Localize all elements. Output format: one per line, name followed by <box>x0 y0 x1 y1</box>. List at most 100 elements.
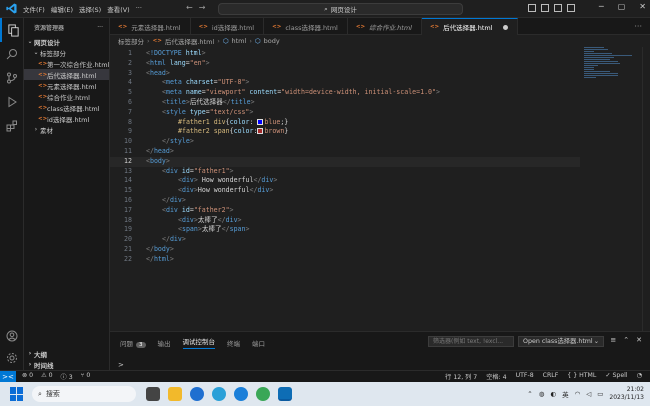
clear-console-icon[interactable]: ≡ <box>610 336 616 344</box>
extensions-icon[interactable] <box>0 114 24 138</box>
toggle-panel-icon[interactable] <box>541 4 549 12</box>
encoding[interactable]: UTF-8 <box>516 372 534 381</box>
code-line[interactable]: 13 <div id="father1"> <box>110 167 580 177</box>
volume-icon[interactable]: ◁ <box>586 390 591 398</box>
tree-file-item[interactable]: <> id选择器.html <box>24 113 109 124</box>
tree-file-item[interactable]: <> 第一次综合作业.html <box>24 58 109 69</box>
code-line[interactable]: 19 <span>太棒了</span> <box>110 225 580 235</box>
app-icon[interactable] <box>190 387 204 401</box>
ime-indicator[interactable]: 英 <box>562 389 569 399</box>
code-line[interactable]: 14 <div> How wonderful</div> <box>110 176 580 186</box>
tab-more-button[interactable]: ··· <box>634 18 650 34</box>
menu-view[interactable]: 查看(V) <box>107 4 130 14</box>
minimize-button[interactable]: ─ <box>599 2 604 11</box>
panel-tab-ports[interactable]: 端口 <box>252 338 265 348</box>
tray-app-icon[interactable]: ◐ <box>550 390 556 398</box>
color-swatch-icon[interactable] <box>257 128 264 135</box>
wifi-icon[interactable]: ◠ <box>575 390 581 398</box>
file-explorer-icon[interactable] <box>168 387 182 401</box>
tab-id-selector[interactable]: <> id选择器.html <box>191 18 265 35</box>
code-line[interactable]: 11 </head> <box>110 147 580 157</box>
tab-descendant-selector[interactable]: <> 后代选择器.html <box>421 18 518 35</box>
menu-edit[interactable]: 编辑(E) <box>51 4 73 14</box>
search-sidebar-icon[interactable] <box>0 42 24 66</box>
tab-comprehensive[interactable]: <> 综合作业.html <box>348 18 422 35</box>
line-ending[interactable]: CRLF <box>543 372 559 381</box>
minimap[interactable] <box>584 47 640 87</box>
code-line[interactable]: 7 <style type="text/css"> <box>110 108 580 118</box>
tab-class-selector[interactable]: <> class选择器.html <box>264 18 348 35</box>
close-panel-icon[interactable]: ✕ <box>636 336 642 344</box>
menu-selection[interactable]: 选择(S) <box>79 4 101 14</box>
outline-section[interactable]: › 大纲 <box>24 348 110 359</box>
ports-count[interactable]: ⑂ 0 <box>81 372 91 381</box>
code-line[interactable]: 21 </body> <box>110 245 580 255</box>
tree-folder-item[interactable]: › 素材 <box>24 124 109 135</box>
panel-tab-terminal[interactable]: 终端 <box>227 338 240 348</box>
warnings-count[interactable]: ⚠ 0 <box>41 372 52 381</box>
tree-file-item[interactable]: <> 综合作业.html <box>24 91 109 102</box>
spell-check[interactable]: ✓ Spell <box>605 372 627 381</box>
tray-chevron-up-icon[interactable]: ⌃ <box>527 390 532 398</box>
language-mode[interactable]: { } HTML <box>567 372 596 381</box>
clock[interactable]: 21:02 2023/11/13 <box>609 386 644 402</box>
code-line[interactable]: 4 <meta charset="UTF-8"> <box>110 78 580 88</box>
code-line[interactable]: 2 <html lang="en"> <box>110 59 580 69</box>
panel-tab-problems[interactable]: 问题 3 <box>120 338 146 348</box>
panel-tab-debug-console[interactable]: 调试控制台 <box>182 336 215 349</box>
code-line[interactable]: 10 </style> <box>110 137 580 147</box>
code-line[interactable]: 22 </html> <box>110 255 580 265</box>
edge-browser-icon[interactable] <box>234 387 248 401</box>
tab-element-selector[interactable]: <> 元素选择器.html <box>110 18 191 35</box>
menu-file[interactable]: 文件(F) <box>23 4 45 14</box>
maximize-button[interactable]: ▢ <box>618 2 626 11</box>
editor-scrollbar[interactable] <box>642 47 650 331</box>
account-icon[interactable] <box>0 324 24 348</box>
code-line[interactable]: 3 <head> <box>110 69 580 79</box>
edge-browser-icon[interactable] <box>212 387 226 401</box>
breadcrumb-body[interactable]: body <box>264 37 280 45</box>
taskbar-search[interactable]: ⌕ 搜索 <box>32 386 136 402</box>
toggle-secondary-sidebar-icon[interactable] <box>554 4 562 12</box>
run-debug-icon[interactable] <box>0 90 24 114</box>
remote-indicator[interactable]: >< <box>0 370 16 383</box>
unsaved-dot-icon[interactable] <box>502 24 508 30</box>
explorer-more-button[interactable]: ··· <box>97 24 103 31</box>
explorer-icon[interactable] <box>0 18 24 42</box>
info-count[interactable]: ⓘ 3 <box>61 372 73 381</box>
tree-file-item[interactable]: <> class选择器.html <box>24 102 109 113</box>
code-line[interactable]: 12 <body> <box>110 156 580 167</box>
code-line[interactable]: 16 </div> <box>110 196 580 206</box>
cursor-position[interactable]: 行 12, 列 7 <box>445 372 477 381</box>
customize-layout-icon[interactable] <box>567 4 575 12</box>
code-line[interactable]: 1 <!DOCTYPE html> <box>110 49 580 59</box>
nav-forward-button[interactable]: → <box>199 3 206 12</box>
chrome-browser-icon[interactable] <box>256 387 270 401</box>
code-line[interactable]: 20 </div> <box>110 235 580 245</box>
notifications-bell-icon[interactable]: ◔ <box>637 372 642 381</box>
debug-filter-input[interactable]: 筛选器(例如 text, !excl... <box>428 336 514 347</box>
code-editor[interactable]: 1 <!DOCTYPE html> 2 <html lang="en"> 3 <head>… <box>110 47 650 331</box>
breadcrumb-file[interactable]: 后代选择器.html <box>165 36 214 46</box>
battery-icon[interactable]: ▭ <box>597 390 603 398</box>
breadcrumb-html[interactable]: html <box>232 37 247 45</box>
windows-start-icon[interactable] <box>10 387 24 401</box>
errors-count[interactable]: ⊗ 0 <box>22 372 33 381</box>
tree-file-item[interactable]: <> 元素选择器.html <box>24 80 109 91</box>
command-center-search[interactable]: ⌕ 网页设计 <box>218 3 463 15</box>
code-line[interactable]: 5 <meta name="viewport" content="width=de… <box>110 88 580 98</box>
console-prompt[interactable]: > <box>118 361 124 369</box>
code-line[interactable]: 17 <div id="father2"> <box>110 206 580 216</box>
task-view-icon[interactable] <box>146 387 160 401</box>
maximize-panel-icon[interactable]: ⌃ <box>623 336 629 344</box>
vscode-taskbar-icon[interactable] <box>278 387 292 401</box>
tree-file-item[interactable]: <> 后代选择器.html <box>24 69 109 80</box>
tray-app-icon[interactable]: ◍ <box>539 390 545 398</box>
code-line[interactable]: 15 <div>How wonderful</div> <box>110 186 580 196</box>
indentation[interactable]: 空格: 4 <box>486 372 506 381</box>
toggle-sidebar-icon[interactable] <box>528 4 536 12</box>
debug-session-select[interactable]: Open class选择器.html ⌄ <box>518 336 604 347</box>
menu-more[interactable]: ··· <box>136 4 142 14</box>
panel-tab-output[interactable]: 输出 <box>158 338 171 348</box>
source-control-icon[interactable] <box>0 66 24 90</box>
